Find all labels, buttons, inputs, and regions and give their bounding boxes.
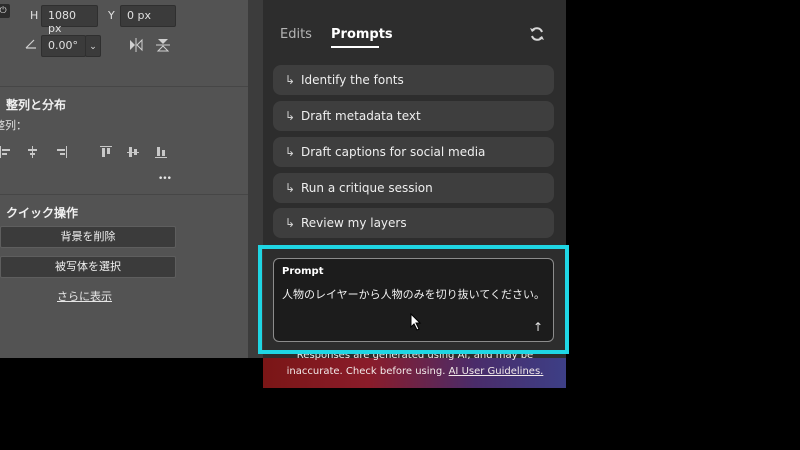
flip-vertical-icon[interactable] (156, 37, 170, 53)
suggestion-arrow-icon: ↳ (285, 181, 296, 195)
height-field[interactable]: 1080 px (41, 5, 98, 35)
align-right-icon[interactable] (55, 146, 67, 158)
chevron-down-icon: ⌄ (89, 42, 97, 52)
suggestion-label: Identify the fonts (301, 73, 404, 87)
divider (0, 194, 248, 195)
mouse-cursor-icon (410, 313, 422, 331)
select-subject-button[interactable]: 被写体を選択 (0, 256, 176, 278)
suggestion-critique-session[interactable]: ↳ Run a critique session (273, 173, 554, 203)
suggestion-label: Review my layers (301, 216, 407, 230)
angle-field[interactable]: 0.00° (41, 35, 86, 57)
angle-icon (25, 39, 36, 49)
align-center-vertical-icon[interactable] (127, 146, 139, 158)
quick-actions-title: クイック操作 (6, 206, 79, 220)
divider (0, 86, 248, 87)
align-label: 整列： (0, 119, 27, 132)
tab-prompts[interactable]: Prompts (331, 27, 393, 42)
y-field[interactable]: 0 px (120, 5, 176, 27)
align-center-horizontal-icon[interactable] (27, 146, 39, 158)
suggestion-draft-metadata[interactable]: ↳ Draft metadata text (273, 101, 554, 131)
tab-edits[interactable]: Edits (280, 27, 312, 42)
align-left-icon[interactable] (0, 146, 12, 158)
suggestion-label: Draft captions for social media (301, 145, 486, 159)
active-tab-indicator (331, 46, 379, 48)
suggestion-review-layers[interactable]: ↳ Review my layers (273, 208, 554, 238)
angle-dropdown[interactable]: ⌄ (85, 35, 101, 57)
suggestion-label: Draft metadata text (301, 109, 421, 123)
align-bottom-icon[interactable] (155, 146, 167, 158)
align-section-title: 整列と分布 (6, 98, 67, 112)
properties-panel: ⏻ H 1080 px Y 0 px 0.00° ⌄ 整列と分布 整列： •••… (0, 0, 248, 358)
height-label: H (30, 9, 39, 22)
refresh-icon[interactable] (528, 25, 546, 43)
suggestion-label: Run a critique session (301, 181, 433, 195)
remove-background-button[interactable]: 背景を削除 (0, 226, 176, 248)
y-label: Y (108, 9, 115, 22)
flip-horizontal-icon[interactable] (128, 38, 144, 52)
show-more-link[interactable]: さらに表示 (57, 288, 112, 304)
ai-guidelines-link[interactable]: AI User Guidelines. (449, 366, 544, 377)
align-top-icon[interactable] (100, 146, 112, 158)
suggestion-identify-fonts[interactable]: ↳ Identify the fonts (273, 65, 554, 95)
highlight-frame (258, 245, 569, 354)
suggestion-arrow-icon: ↳ (285, 216, 296, 230)
suggestion-arrow-icon: ↳ (285, 109, 296, 123)
suggestion-arrow-icon: ↳ (285, 73, 296, 87)
suggestion-draft-captions[interactable]: ↳ Draft captions for social media (273, 137, 554, 167)
suggestion-arrow-icon: ↳ (285, 145, 296, 159)
link-icon[interactable]: ⏻ (0, 4, 10, 18)
more-options-icon[interactable]: ••• (158, 174, 172, 184)
